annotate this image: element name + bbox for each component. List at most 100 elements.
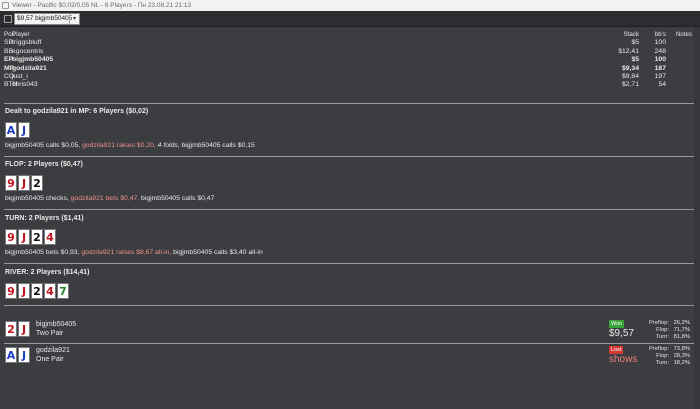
result-hand-rank: Two Pair — [36, 330, 64, 337]
playing-card: 9 — [5, 283, 17, 299]
col-notes-header[interactable]: Notes — [676, 31, 692, 39]
action-text: bigjmb50405 calls $3,40 all-in — [173, 249, 263, 256]
playing-card: 9 — [5, 229, 17, 245]
stat-value: 26,2% — [673, 320, 690, 326]
stat-row: Flop: 71,7% — [640, 327, 690, 334]
players-table-header: Pos Player Stack bb's Notes — [4, 31, 692, 39]
hero-action-text: godzila921 raises $0,20, — [82, 142, 158, 149]
playing-card: 4 — [44, 283, 56, 299]
playing-card: J — [18, 321, 30, 337]
vertical-scrollbar[interactable] — [694, 27, 700, 409]
hand-select[interactable]: $9,57 bigjmb50405 ▾ — [14, 13, 80, 25]
players-table: Pos Player Stack bb's Notes SB triggsbluf… — [4, 31, 692, 90]
divider — [4, 343, 694, 344]
player-name-cell: just_i — [12, 72, 28, 80]
stack-cell: $5 — [631, 56, 639, 64]
result-player-name: bigjmb50405 — [36, 321, 77, 328]
player-row[interactable]: BTN chris043 $2,71 54 — [4, 81, 692, 89]
stack-cell: $9,34 — [621, 64, 639, 72]
stat-value: 18,2% — [673, 360, 690, 367]
hand-checkbox[interactable] — [4, 15, 12, 23]
window-titlebar: Viewer - Pacific $0,02/0,05 NL - 6 Playe… — [0, 0, 700, 11]
col-player-header[interactable]: Player — [12, 31, 30, 39]
playing-card: J — [18, 347, 30, 363]
app-icon — [2, 2, 9, 9]
divider — [4, 305, 694, 306]
action-text: bigjmb50405 calls $0,05, — [5, 142, 83, 149]
action-text: bigjmb50405 calls $0,47 — [141, 195, 215, 202]
stack-cell: $9,84 — [621, 72, 639, 80]
stat-label: Preflop: — [649, 320, 669, 326]
hand-replay-content: Pos Player Stack bb's Notes SB triggsbluf… — [0, 27, 700, 409]
player-name-cell: egocentris — [12, 47, 44, 55]
hero-action-text: godzila921 bets $0,47, — [70, 195, 142, 202]
window-title: Viewer - Pacific $0,02/0,05 NL - 6 Playe… — [12, 2, 192, 9]
chevron-down-icon[interactable]: ▾ — [69, 14, 79, 24]
stack-cell: $5 — [631, 39, 639, 47]
turn-title: TURN: 2 Players ($1,41) — [5, 215, 84, 222]
bbs-cell: 100 — [654, 39, 666, 47]
col-bbs-header[interactable]: bb's — [655, 31, 666, 39]
divider — [4, 103, 694, 104]
preflop-actions: bigjmb50405 calls $0,05, godzila921 rais… — [5, 142, 255, 149]
stat-label: Flop: — [656, 353, 669, 360]
playing-card: 2 — [31, 175, 43, 191]
flop-actions: bigjmb50405 checks, godzila921 bets $0,4… — [5, 195, 214, 202]
playing-card: J — [18, 175, 30, 191]
flop-title: FLOP: 2 Players ($0,47) — [5, 161, 83, 168]
playing-card: 7 — [57, 283, 69, 299]
stat-row: Turn: 18,2% — [640, 360, 690, 367]
playing-card: J — [18, 229, 30, 245]
result-amount: shows — [609, 354, 638, 365]
bbs-cell: 54 — [658, 81, 666, 89]
stat-row: Preflop: 73,8% — [640, 346, 690, 353]
stat-value: 28,3% — [673, 353, 690, 360]
equity-stats: Preflop: 73,8% Flop: 28,3% Turn: 18,2% — [640, 346, 690, 368]
col-stack-header[interactable]: Stack — [624, 31, 639, 39]
result-amount: $9,57 — [609, 328, 635, 339]
river-title: RIVER: 2 Players ($14,41) — [5, 269, 90, 276]
flop-cards: 9J2 — [5, 175, 43, 191]
stack-cell: $12,41 — [618, 47, 639, 55]
action-text: bigjmb50405 calls $0,15 — [181, 142, 255, 149]
playing-card: 2 — [31, 229, 43, 245]
equity-stats: Preflop: 26,2% Flop: 71,7% Turn: 81,8% — [640, 320, 690, 342]
divider — [4, 156, 694, 157]
turn-cards: 9J24 — [5, 229, 56, 245]
stat-row: Turn: 81,8% — [640, 334, 690, 341]
stat-label: Turn: — [655, 334, 669, 341]
bbs-cell: 248 — [654, 47, 666, 55]
playing-card: 9 — [5, 175, 17, 191]
bbs-cell: 187 — [654, 64, 666, 72]
action-text: bigjmb50405 checks, — [5, 195, 71, 202]
stack-cell: $2,71 — [621, 81, 639, 89]
stat-value: 71,7% — [673, 327, 690, 334]
player-row[interactable]: EP bigjmb50405 $5 100 — [4, 56, 692, 64]
stat-row: Preflop: 26,2% — [640, 320, 690, 327]
won-badge: Won — [609, 320, 625, 328]
player-row[interactable]: CO just_i $9,84 197 — [4, 73, 692, 81]
hole-cards: 2J — [5, 321, 30, 337]
player-row[interactable]: BB egocentris $12,41 248 — [4, 48, 692, 56]
result-row: 2J bigjmb50405 Two Pair Won $9,57 Preflo… — [0, 320, 700, 342]
divider — [4, 263, 694, 264]
player-row[interactable]: MP godzila921 $9,34 187 — [4, 65, 692, 73]
player-name-cell: bigjmb50405 — [12, 56, 54, 64]
playing-card: 2 — [31, 283, 43, 299]
result-hand-rank: One Pair — [36, 356, 64, 363]
player-name-cell: chris043 — [12, 81, 38, 89]
playing-card: J — [18, 122, 30, 138]
playing-card: 2 — [5, 321, 17, 337]
player-row[interactable]: SB triggsbluff $5 100 — [4, 39, 692, 47]
turn-actions: bigjmb50405 bets $0,93, godzila921 raise… — [5, 249, 263, 256]
playing-card: J — [18, 283, 30, 299]
divider — [4, 209, 694, 210]
preflop-cards: AJ — [5, 122, 30, 138]
result-player-name: godzila921 — [36, 347, 70, 354]
folds-text: 4 folds, — [157, 142, 182, 149]
toolbar: $9,57 bigjmb50405 ▾ — [0, 11, 700, 27]
preflop-title: Dealt to godzila921 in MP: 6 Players ($0… — [5, 108, 149, 115]
river-cards: 9J247 — [5, 283, 69, 299]
player-name-cell: triggsbluff — [12, 39, 42, 47]
hero-action-text: godzila921 raises $8,67 all-in, — [81, 249, 174, 256]
